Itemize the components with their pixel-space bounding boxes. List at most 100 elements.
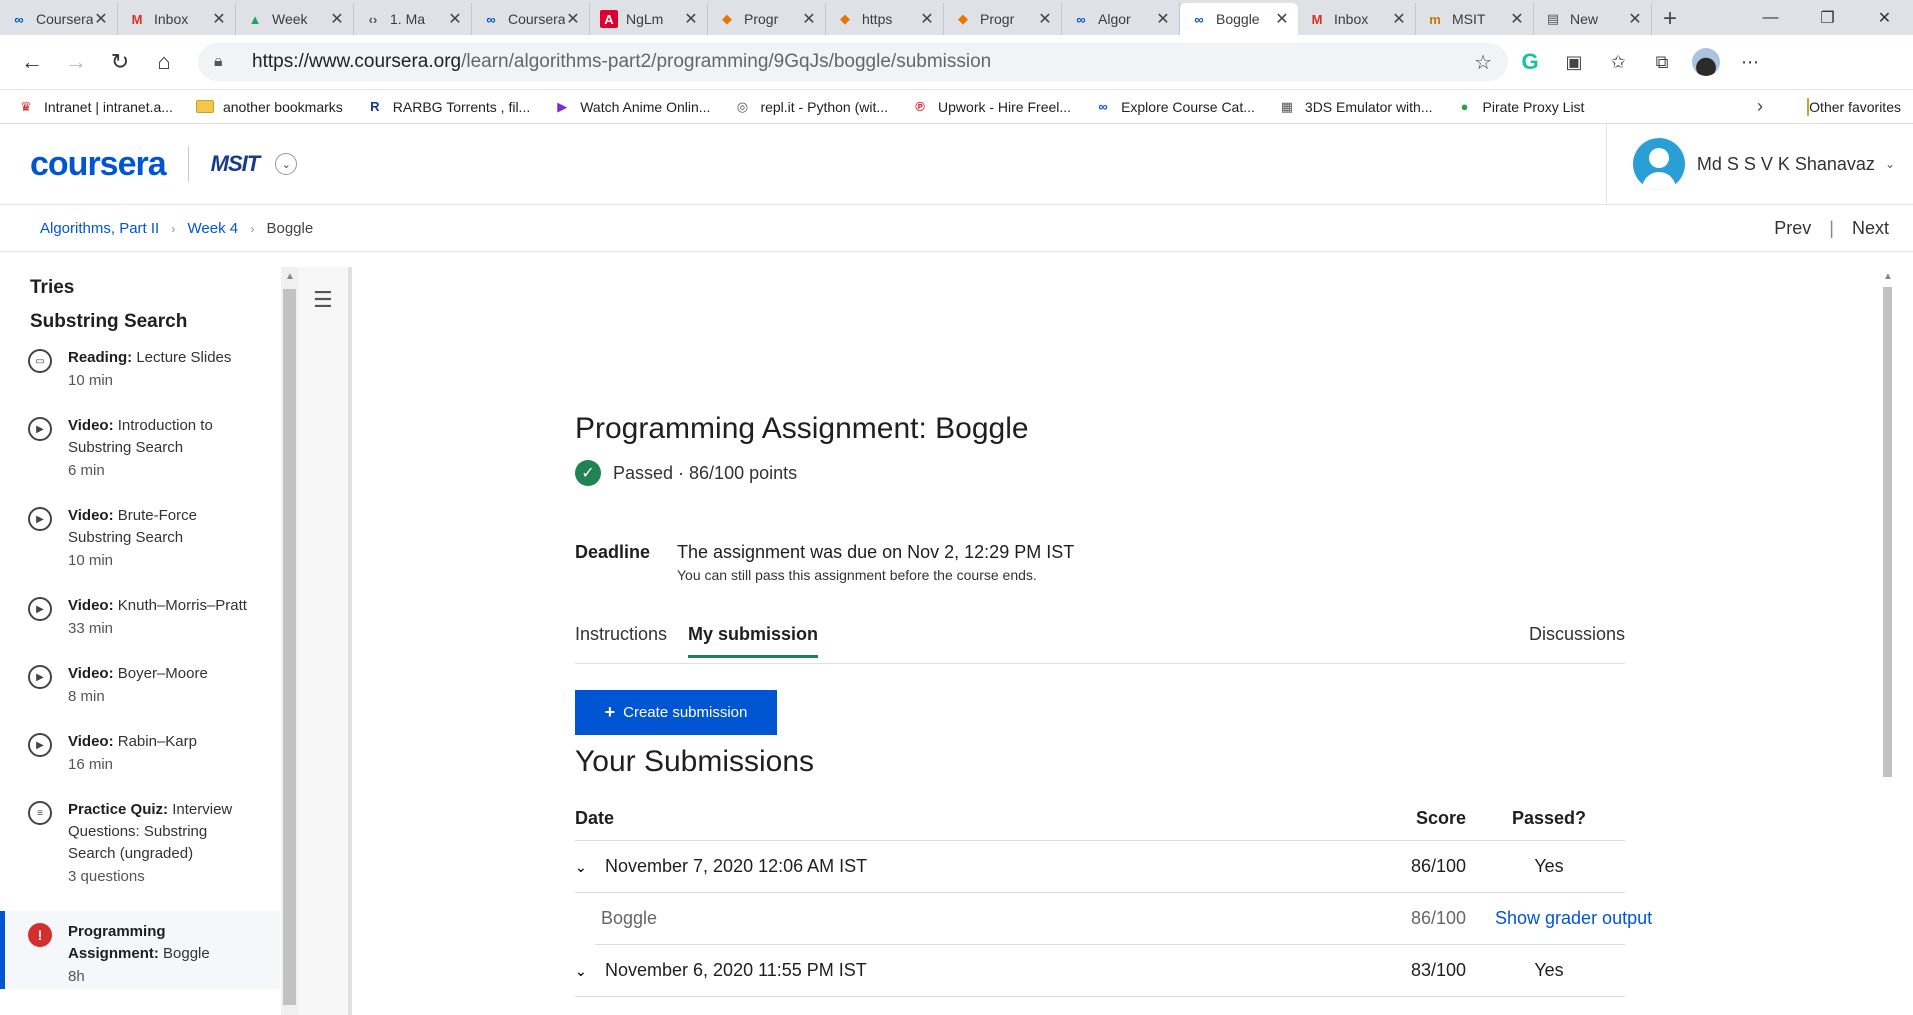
browser-tab[interactable]: M Inbox ✕	[118, 3, 236, 35]
coursera-logo[interactable]: coursera	[30, 145, 167, 184]
bookmark-folder[interactable]: another bookmarks	[195, 99, 343, 115]
close-icon[interactable]: ✕	[93, 9, 109, 29]
scrollbar-thumb[interactable]	[1883, 287, 1892, 777]
table-row[interactable]: ⌄ November 7, 2020 12:06 AM IST 86/100 Ye…	[575, 841, 1625, 893]
close-icon[interactable]: ✕	[1391, 9, 1407, 29]
princeton-icon: ◆	[840, 11, 850, 26]
browser-tab[interactable]: ∞ Algor ✕	[1062, 3, 1180, 35]
breadcrumb-current: Boggle	[266, 219, 314, 237]
assignment-tabs: Instructions My submission Discussions	[575, 624, 1625, 664]
refresh-icon[interactable]: ↻	[98, 42, 142, 82]
sidebar-item-practice-quiz[interactable]: ≡ Practice Quiz: Interview Questions: Su…	[0, 799, 280, 889]
browser-tab[interactable]: A NgLm ✕	[590, 3, 708, 35]
lock-icon[interactable]: 🔒︎	[214, 53, 238, 71]
browser-tab[interactable]: ▲ Week ✕	[236, 3, 354, 35]
tab-my-submission[interactable]: My submission	[688, 624, 819, 658]
next-button[interactable]: Next	[1852, 218, 1889, 239]
sidebar-item-kmp[interactable]: ▶ Video: Knuth–Morris–Pratt 33 min	[0, 595, 280, 641]
favorites-icon[interactable]: ✩	[1596, 42, 1640, 82]
section-heading-tries[interactable]: Tries	[0, 277, 280, 299]
play-icon: ▶	[28, 597, 52, 621]
browser-tab[interactable]: M Inbox ✕	[1298, 3, 1416, 35]
bookmark-item[interactable]: ∞ Explore Course Cat...	[1093, 99, 1254, 115]
sidebar-item-intro-substring[interactable]: ▶ Video: Introduction to Substring Searc…	[0, 415, 280, 483]
close-icon[interactable]: ✕	[1627, 9, 1643, 29]
prev-button[interactable]: Prev	[1774, 218, 1811, 239]
close-icon[interactable]: ✕	[1155, 9, 1171, 29]
home-icon[interactable]: ⌂	[142, 42, 186, 82]
sidebar-item-boggle-assignment[interactable]: ! Programming Assignment: Boggle 8h	[0, 911, 280, 989]
back-icon[interactable]: ←	[10, 42, 54, 82]
breadcrumb-course-link[interactable]: Algorithms, Part II	[40, 220, 159, 237]
bookmark-item[interactable]: ◎ repl.it - Python (wit...	[732, 99, 888, 115]
sidebar-scrollbar[interactable]: ▲	[281, 267, 298, 1015]
scroll-up-icon[interactable]: ▲	[285, 271, 295, 282]
close-window-icon[interactable]: ✕	[1856, 0, 1913, 35]
favorite-star-icon[interactable]: ☆	[1474, 50, 1492, 75]
bookmark-item[interactable]: ▦ 3DS Emulator with...	[1277, 99, 1433, 115]
browser-tab[interactable]: ∞ Coursera ✕	[0, 3, 118, 35]
close-icon[interactable]: ✕	[683, 9, 699, 29]
browser-tab[interactable]: ◆ Progr ✕	[944, 3, 1062, 35]
scrollbar-thumb[interactable]	[283, 289, 296, 1005]
bookmark-item[interactable]: ▶ Watch Anime Onlin...	[552, 99, 710, 115]
browser-tab[interactable]: ▤ New ✕	[1534, 3, 1652, 35]
bookmark-item[interactable]: ● Pirate Proxy List	[1455, 99, 1585, 115]
close-icon[interactable]: ✕	[801, 9, 817, 29]
close-icon[interactable]: ✕	[1037, 9, 1053, 29]
sidebar-item-brute-force[interactable]: ▶ Video: Brute-Force Substring Search 10 …	[0, 505, 280, 573]
browser-tab[interactable]: ∞ Coursera ✕	[472, 3, 590, 35]
forward-icon[interactable]: →	[54, 42, 98, 82]
bookmark-item[interactable]: ♛ Intranet | intranet.a...	[16, 99, 173, 115]
sidebar-item-boyer-moore[interactable]: ▶ Video: Boyer–Moore 8 min	[0, 663, 280, 709]
close-icon[interactable]: ✕	[565, 9, 581, 29]
section-heading[interactable]: Substring Search	[0, 311, 280, 333]
chevron-down-icon[interactable]: ⌄	[275, 153, 298, 175]
restore-icon[interactable]: ❐	[1799, 0, 1856, 35]
browser-tab[interactable]: ◆ Progr ✕	[708, 3, 826, 35]
collections-icon[interactable]: ⧉	[1640, 42, 1684, 82]
chevron-down-icon[interactable]: ⌄	[575, 963, 605, 980]
user-menu[interactable]: Md S S V K Shanavaz ⌄	[1605, 124, 1895, 204]
close-icon[interactable]: ✕	[919, 9, 935, 29]
profile-avatar[interactable]	[1692, 48, 1720, 76]
user-name: Md S S V K Shanavaz	[1696, 153, 1875, 174]
outline-strip: ☰	[298, 267, 352, 1015]
new-tab-button[interactable]: +	[1652, 3, 1688, 35]
tab-instructions[interactable]: Instructions	[575, 624, 667, 655]
browser-tab-active[interactable]: ∞ Boggle ✕	[1180, 3, 1298, 35]
create-submission-button[interactable]: + Create submission	[575, 690, 777, 735]
close-icon[interactable]: ✕	[329, 9, 345, 29]
close-icon[interactable]: ✕	[1509, 9, 1525, 29]
tab-discussions[interactable]: Discussions	[1529, 624, 1625, 655]
other-favorites[interactable]: Other favorites	[1807, 97, 1901, 116]
chevron-right-icon[interactable]: ›	[1757, 96, 1763, 117]
show-grader-output-link[interactable]: Show grader output	[1495, 908, 1655, 929]
browser-tab[interactable]: m MSIT ✕	[1416, 3, 1534, 35]
breadcrumb-week-link[interactable]: Week 4	[188, 220, 239, 237]
close-icon[interactable]: ✕	[1274, 9, 1290, 29]
coursera-icon: ∞	[1194, 11, 1204, 27]
grammarly-icon[interactable]: G	[1508, 42, 1552, 82]
submissions-table: Date Score Passed? ⌄ November 7, 2020 12:…	[575, 797, 1652, 997]
minimize-icon[interactable]: —	[1742, 0, 1799, 35]
close-icon[interactable]: ✕	[447, 9, 463, 29]
bookmark-item[interactable]: R RARBG Torrents , fil...	[365, 99, 530, 115]
msit-logo[interactable]: MSIT	[211, 151, 261, 177]
more-icon[interactable]: ⋯	[1728, 42, 1772, 82]
close-icon[interactable]: ✕	[211, 9, 227, 29]
table-row[interactable]: ⌄ November 6, 2020 11:55 PM IST 83/100 Ye…	[575, 945, 1625, 997]
play-icon: ▶	[28, 665, 52, 689]
sidebar-item-rabin-karp[interactable]: ▶ Video: Rabin–Karp 16 min	[0, 731, 280, 777]
list-icon[interactable]: ☰	[313, 287, 333, 313]
chevron-down-icon[interactable]: ⌄	[575, 859, 605, 876]
browser-tab[interactable]: ◆ https ✕	[826, 3, 944, 35]
rarbg-icon: R	[370, 99, 380, 114]
bookmark-item[interactable]: ℗ Upwork - Hire Freel...	[910, 99, 1071, 115]
page-scrollbar[interactable]: ▲	[1879, 267, 1896, 1015]
extension-icon[interactable]: ▣	[1552, 42, 1596, 82]
url-input[interactable]: 🔒︎ https://www.coursera.org/learn/algori…	[198, 43, 1508, 81]
scroll-up-icon[interactable]: ▲	[1883, 271, 1893, 282]
browser-tab[interactable]: ‹› 1. Ma ✕	[354, 3, 472, 35]
sidebar-item-lecture-slides[interactable]: ▭ Reading: Lecture Slides 10 min	[0, 347, 280, 393]
